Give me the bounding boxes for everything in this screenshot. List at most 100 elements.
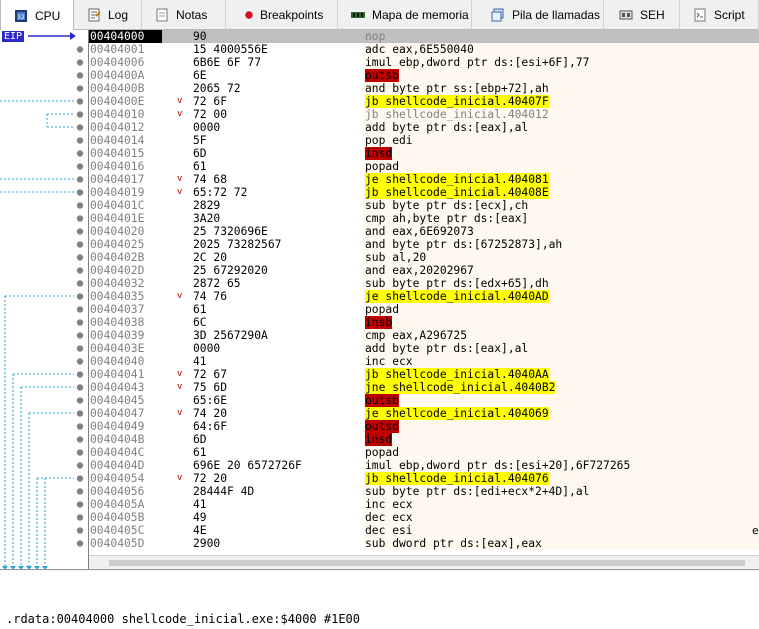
breakpoint-dot[interactable]	[76, 215, 84, 222]
breakpoint-dot[interactable]	[76, 332, 84, 339]
instruction-row[interactable]: 0040402B 2C 20 sub al,20	[89, 251, 759, 264]
breakpoint-dot[interactable]	[76, 137, 84, 144]
instruction-row[interactable]: 00404015 6D insd	[89, 147, 759, 160]
breakpoint-dot[interactable]	[76, 410, 84, 417]
instruction-row[interactable]: 00404056 28444F 4D sub byte ptr ds:[edi+ec…	[89, 485, 759, 498]
instruction-bytes: 61	[193, 160, 207, 173]
instruction-row[interactable]: 00404041 v 72 67 jb shellcode_inicial.4040A…	[89, 368, 759, 381]
breakpoint-dot[interactable]	[76, 124, 84, 131]
instruction-row[interactable]: 00404012 0000 add byte ptr ds:[eax],al	[89, 121, 759, 134]
breakpoint-dot[interactable]	[76, 111, 84, 118]
instruction-row[interactable]: 00404037 61 popad	[89, 303, 759, 316]
instruction-row[interactable]: 00404035 v 74 76 je shellcode_inicial.4040A…	[89, 290, 759, 303]
tab-mapa-de-memoria[interactable]: Mapa de memoria	[338, 0, 472, 30]
tab-breakpoints[interactable]: Breakpoints	[226, 0, 338, 30]
breakpoint-dot[interactable]	[76, 540, 84, 547]
breakpoint-dot[interactable]	[76, 384, 84, 391]
breakpoint-dot[interactable]	[76, 345, 84, 352]
breakpoint-dot[interactable]	[76, 527, 84, 534]
instruction-row[interactable]: 00404047 v 74 20 je shellcode_inicial.40406…	[89, 407, 759, 420]
instruction-row[interactable]: 00404001 15 4000556E adc eax,6E550040	[89, 43, 759, 56]
instruction-row[interactable]: 00404025 2025 73282567 and byte ptr ds:[67…	[89, 238, 759, 251]
breakpoint-dot[interactable]	[76, 228, 84, 235]
instruction-row[interactable]: 00404014 5F pop edi	[89, 134, 759, 147]
instruction-row[interactable]: 0040405B 49 dec ecx	[89, 511, 759, 524]
tab-log[interactable]: Log	[74, 0, 142, 30]
instruction-row[interactable]: 00404045 65:6E outsb	[89, 394, 759, 407]
breakpoint-dot[interactable]	[76, 475, 84, 482]
tab-cpu[interactable]: 32 CPU	[0, 0, 74, 31]
instruction-row[interactable]: 00404019 v 65:72 72 jb shellcode_inicial.40…	[89, 186, 759, 199]
instruction-row[interactable]: 00404020 25 7320696E and eax,6E692073	[89, 225, 759, 238]
tab-script[interactable]: Script	[680, 0, 759, 30]
instruction-row[interactable]: 00404032 2872 65 sub byte ptr ds:[edx+65],…	[89, 277, 759, 290]
breakpoint-dot[interactable]	[76, 397, 84, 404]
instruction-row[interactable]: 0040401C 2829 sub byte ptr ds:[ecx],ch	[89, 199, 759, 212]
instruction-row[interactable]: 00404043 v 75 6D jne shellcode_inicial.4040…	[89, 381, 759, 394]
breakpoint-dot[interactable]	[76, 163, 84, 170]
breakpoint-dot[interactable]	[76, 358, 84, 365]
breakpoint-dot[interactable]	[76, 514, 84, 521]
breakpoint-dot[interactable]	[76, 423, 84, 430]
instruction-list[interactable]: 00404000 90 nop 00404001 15 4000556E adc eax,…	[89, 30, 759, 550]
instruction-row[interactable]: 00404000 90 nop	[89, 30, 759, 43]
breakpoint-dot[interactable]	[76, 449, 84, 456]
instruction-row[interactable]: 0040400E v 72 6F jb shellcode_inicial.40407…	[89, 95, 759, 108]
breakpoint-dot[interactable]	[76, 46, 84, 53]
breakpoint-dot[interactable]	[76, 267, 84, 274]
instruction-row[interactable]: 0040400B 2065 72 and byte ptr ss:[ebp+72],…	[89, 82, 759, 95]
instruction-row[interactable]: 0040405C 4E dec esi	[89, 524, 759, 537]
breakpoint-dot[interactable]	[76, 371, 84, 378]
address: 0040404D	[90, 459, 145, 472]
address: 00404020	[90, 225, 145, 238]
instruction-row[interactable]: 0040405A 41 inc ecx	[89, 498, 759, 511]
instruction-row[interactable]: 0040405D 2900 sub dword ptr ds:[eax],eax	[89, 537, 759, 550]
breakpoint-dot[interactable]	[76, 98, 84, 105]
breakpoint-dot[interactable]	[76, 488, 84, 495]
breakpoint-dot[interactable]	[76, 85, 84, 92]
breakpoint-dot[interactable]	[76, 176, 84, 183]
instruction-row[interactable]: 00404006 6B6E 6F 77 imul ebp,dword ptr ds:…	[89, 56, 759, 69]
breakpoint-dot[interactable]	[76, 189, 84, 196]
instruction-bytes: 72 67	[193, 368, 228, 381]
breakpoint-dot[interactable]	[76, 254, 84, 261]
horizontal-scrollbar[interactable]	[89, 555, 759, 569]
instruction-row[interactable]: 00404039 3D 2567290A cmp eax,A296725	[89, 329, 759, 342]
instruction-row[interactable]: 0040404B 6D insd	[89, 433, 759, 446]
breakpoint-dot[interactable]	[76, 280, 84, 287]
breakpoint-dot[interactable]	[76, 293, 84, 300]
log-icon	[88, 8, 101, 22]
tab-notas[interactable]: Notas	[142, 0, 226, 30]
instruction-row[interactable]: 0040402D 25 67292020 and eax,20202967	[89, 264, 759, 277]
instruction-row[interactable]: 00404017 v 74 68 je shellcode_inicial.40408…	[89, 173, 759, 186]
breakpoint-dot[interactable]	[76, 462, 84, 469]
breakpoint-dot[interactable]	[76, 436, 84, 443]
instruction-row[interactable]: 00404010 v 72 00 jb shellcode_inicial.40401…	[89, 108, 759, 121]
instruction-row[interactable]: 00404040 41 inc ecx	[89, 355, 759, 368]
instruction-row[interactable]: 00404054 v 72 20 jb shellcode_inicial.40407…	[89, 472, 759, 485]
breakpoint-dot[interactable]	[76, 319, 84, 326]
instruction-row[interactable]: 0040400A 6E outsb	[89, 69, 759, 82]
breakpoint-dot[interactable]	[76, 501, 84, 508]
instruction-bytes: 74 76	[193, 290, 228, 303]
instruction-row[interactable]: 00404016 61 popad	[89, 160, 759, 173]
jump-arrow-gutter: EIP	[0, 30, 89, 569]
breakpoint-dot[interactable]	[76, 150, 84, 157]
instruction-row[interactable]: 0040401E 3A20 cmp ah,byte ptr ds:[eax]	[89, 212, 759, 225]
breakpoint-dot[interactable]	[76, 202, 84, 209]
breakpoint-dot[interactable]	[76, 72, 84, 79]
instruction-row[interactable]: 0040403E 0000 add byte ptr ds:[eax],al	[89, 342, 759, 355]
tab-pila-de-llamadas[interactable]: Pila de llamadas	[472, 0, 604, 30]
instruction-bytes: 64:6F	[193, 420, 228, 433]
address: 00404015	[90, 147, 145, 160]
instruction-row[interactable]: 00404049 64:6F outsd	[89, 420, 759, 433]
disassembly-view[interactable]: EIP 00404000 90 nop 00404001 15 4000556E adc …	[0, 30, 759, 570]
scrollbar-thumb[interactable]	[109, 560, 745, 566]
breakpoint-dot[interactable]	[76, 59, 84, 66]
instruction-row[interactable]: 0040404C 61 popad	[89, 446, 759, 459]
breakpoint-dot[interactable]	[76, 241, 84, 248]
breakpoint-dot[interactable]	[76, 306, 84, 313]
tab-seh[interactable]: SEH	[604, 0, 680, 30]
instruction-row[interactable]: 0040404D 696E 20 6572726F imul ebp,dword p…	[89, 459, 759, 472]
instruction-row[interactable]: 00404038 6C insb	[89, 316, 759, 329]
